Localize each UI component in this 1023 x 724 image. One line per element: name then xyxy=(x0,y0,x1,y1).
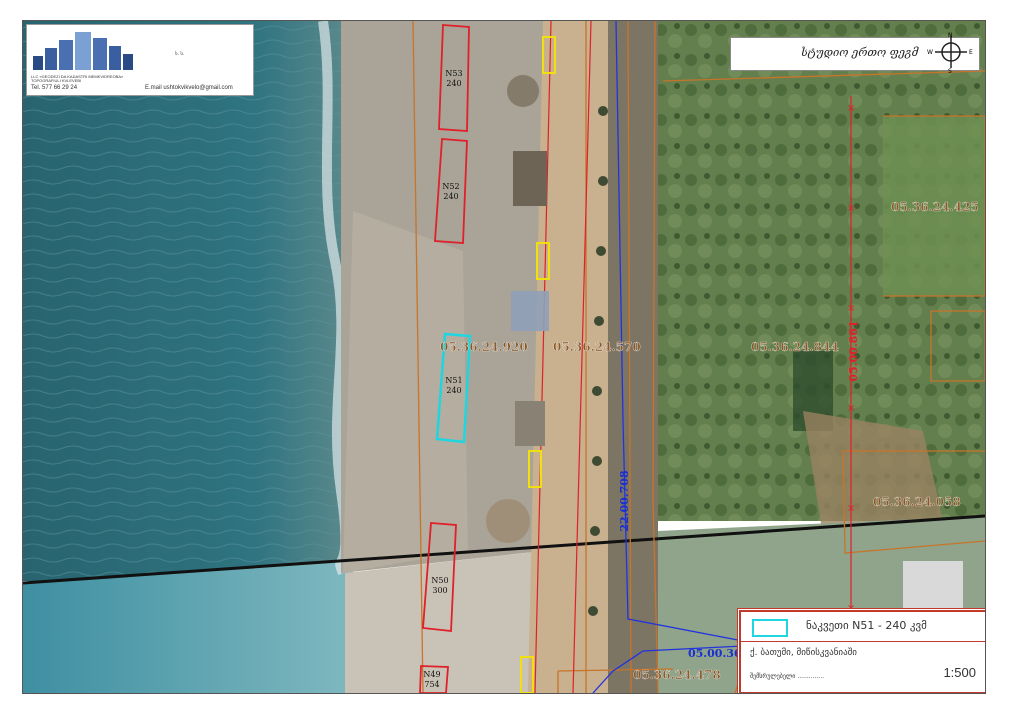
parcel-label: 05.36.24.844 xyxy=(751,340,839,354)
compass-icon: N S E W xyxy=(927,32,973,74)
tel-label: Tel. xyxy=(31,85,41,91)
plot-area-label: 240 xyxy=(446,386,461,395)
email-label: E.mail xyxy=(145,85,162,91)
company-logo: ს. ს. LLC «GEODEZI DA KADASTRI MEMKVIDRE… xyxy=(26,24,254,96)
parcel-label: 05.36.24.478 xyxy=(633,668,721,682)
legend-item-label: ნაკვეთი N51 - 240 კვმ xyxy=(806,619,927,632)
plot-number-label: N53 xyxy=(445,69,462,78)
road-label: 05.00.36 xyxy=(688,647,742,660)
logo-line-2: TOPOGRAFIULI KVLEVEBI xyxy=(31,78,82,83)
building-logo-icon xyxy=(33,32,133,70)
legend-box: ნაკვეთი N51 - 240 კვმ ქ. ბათუმი, მიწისკვ… xyxy=(737,608,985,693)
plot-number-label: N51 xyxy=(445,376,462,385)
compass-e: E xyxy=(969,49,973,56)
plot-area-label: 240 xyxy=(446,79,461,88)
lower-building xyxy=(903,561,963,611)
legend-note: შემსრულებელი .............. xyxy=(750,673,825,680)
svg-text:×: × xyxy=(847,303,855,314)
road-label: 22.00.708 xyxy=(618,470,631,532)
parcel-label: 05.36.24.058 xyxy=(873,495,961,509)
map-scale: 1:500 xyxy=(943,665,976,680)
parcel-label: 05.36.24.425 xyxy=(891,200,979,214)
beach-lower xyxy=(345,551,543,693)
plot-area-label: 754 xyxy=(424,680,439,689)
plot-area-label: 300 xyxy=(432,586,447,595)
plot-number-label: N52 xyxy=(442,182,459,191)
svg-text:×: × xyxy=(847,403,855,414)
road-label: 05.00.861 xyxy=(847,320,860,381)
svg-text:×: × xyxy=(847,203,855,214)
legend-row-city: ქ. ბათუმი, მიწისკვანიაში xyxy=(740,642,985,666)
map-canvas: × × × × × × N53240N5224 xyxy=(23,21,985,693)
plot-number-label: N50 xyxy=(431,576,448,585)
plot-number-label: N49 xyxy=(423,670,440,679)
legend-row-item: ნაკვეთი N51 - 240 კვმ xyxy=(740,611,985,642)
svg-text:×: × xyxy=(847,503,855,514)
compass-n: N xyxy=(948,32,953,39)
parcel-label: 05.36.24.570 xyxy=(553,340,641,354)
legend-swatch xyxy=(752,619,788,637)
logo-corner-text: ს. ს. xyxy=(175,51,185,57)
cadastral-map[interactable]: × × × × × × N53240N5224 xyxy=(22,20,986,694)
parcel-label: 05.36.24.920 xyxy=(440,340,528,354)
tree-strip xyxy=(608,21,658,693)
tel-value: 577 66 29 24 xyxy=(42,85,78,91)
signature-text: სტუდიო ერთო ფეგმ xyxy=(801,46,919,59)
svg-text:×: × xyxy=(847,103,855,114)
plot-area-label: 240 xyxy=(443,192,458,201)
compass-w: W xyxy=(927,49,933,56)
legend-city: ქ. ბათუმი, მიწისკვანიაში xyxy=(750,648,857,658)
signature-box: სტუდიო ერთო ფეგმ N S E W xyxy=(730,32,980,74)
compass-s: S xyxy=(948,68,952,74)
email-value: ushtokvikvelo@gmail.com xyxy=(163,85,233,91)
sea-waves xyxy=(23,21,353,581)
